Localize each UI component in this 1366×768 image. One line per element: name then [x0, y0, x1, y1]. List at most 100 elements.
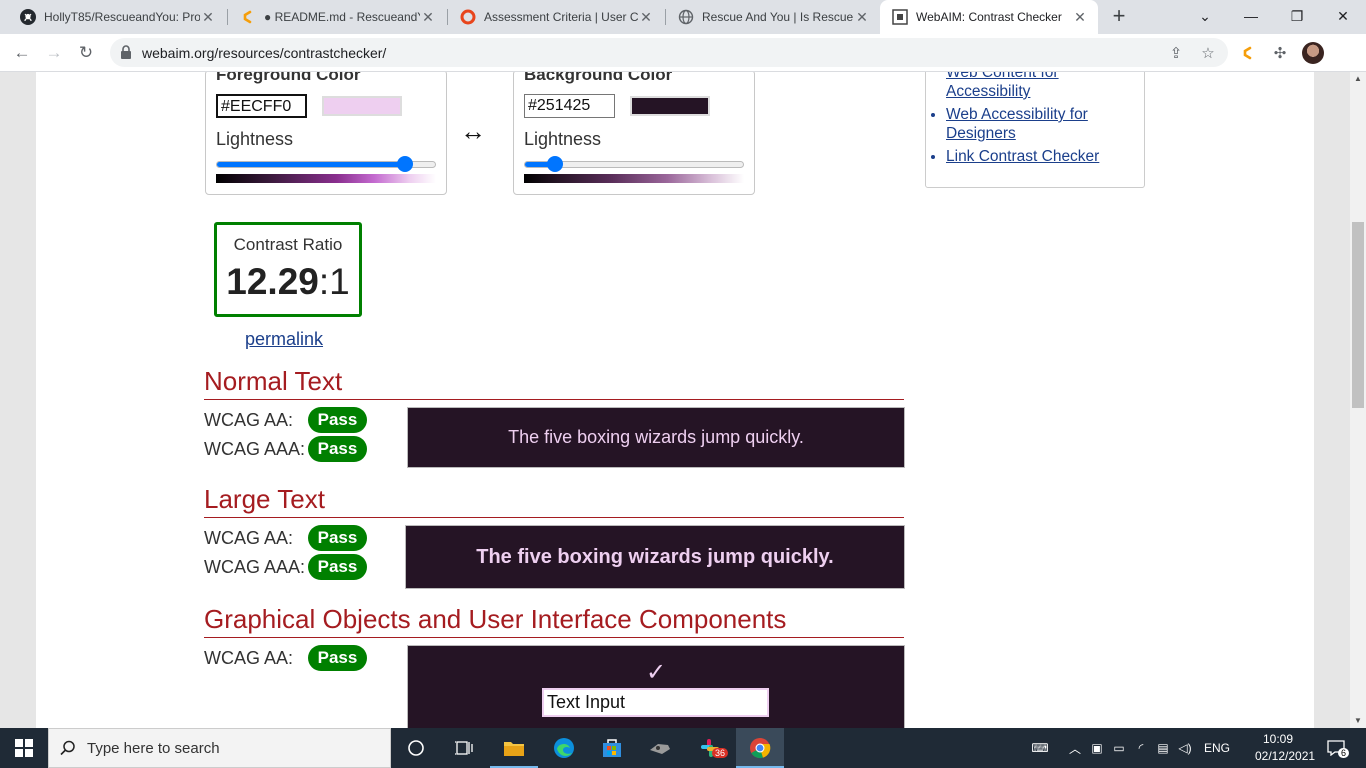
new-tab-button[interactable]: + [1108, 5, 1130, 27]
wifi-icon[interactable]: ◜ [1130, 741, 1152, 755]
address-bar[interactable]: webaim.org/resources/contrastchecker/ ⇪ … [110, 38, 1228, 67]
cortana-icon[interactable] [392, 728, 440, 768]
windows-taskbar: Type here to search 36 ⌨ ︿ ▣ ▭ ◜ ▤ ◁) EN… [0, 728, 1366, 768]
swap-colors-icon[interactable]: ↔ [460, 116, 486, 147]
tab-title: ● README.md - RescueandYo [264, 10, 420, 24]
forward-icon[interactable]: → [40, 39, 68, 67]
webaim-icon [892, 9, 908, 25]
windows-start-icon[interactable] [0, 728, 48, 768]
large-text-sample: The five boxing wizards jump quickly. [405, 525, 905, 589]
contrast-ratio-box: Contrast Ratio 12.29:1 [214, 222, 362, 317]
keyboard-icon[interactable]: ⌨ [1028, 741, 1052, 755]
window-close-button[interactable]: ✕ [1320, 0, 1366, 32]
scroll-up-icon[interactable]: ▲ [1350, 72, 1366, 86]
taskbar-search-input[interactable]: Type here to search [48, 728, 391, 768]
microsoft-store-icon[interactable] [588, 728, 636, 768]
extensions-puzzle-icon[interactable]: ✣ [1270, 43, 1290, 63]
foreground-heading: Foreground Color [216, 72, 361, 84]
network-icon[interactable]: ▤ [1152, 741, 1174, 755]
permalink-link[interactable]: permalink [245, 329, 323, 350]
github-icon [20, 9, 36, 25]
page-viewport: Foreground Color #EECFF0 Lightness ↔ Bac… [0, 72, 1350, 728]
resource-link[interactable]: Web Content for Accessibility [946, 72, 1059, 100]
foreground-color-picker[interactable] [322, 96, 402, 116]
back-icon[interactable]: ← [8, 39, 36, 67]
lock-icon[interactable] [120, 45, 134, 59]
resource-link[interactable]: Web Accessibility for Designers [946, 106, 1088, 142]
page-scrollbar[interactable]: ▲ ▼ [1350, 72, 1366, 728]
background-hex-input[interactable]: #251425 [524, 94, 615, 118]
close-icon[interactable]: ✕ [200, 9, 216, 25]
gitpod-icon [240, 9, 256, 25]
tab-assessment[interactable]: Assessment Criteria | User Ce ✕ [448, 0, 664, 34]
background-heading: Background Color [524, 72, 673, 84]
wcag-aaa-label: WCAG AAA: [204, 557, 306, 577]
lifebuoy-icon [460, 9, 476, 25]
background-slider-handle[interactable] [546, 156, 563, 172]
foreground-hex-input[interactable]: #EECFF0 [215, 93, 308, 119]
game-app-icon[interactable] [636, 728, 684, 768]
tab-webaim[interactable]: WebAIM: Contrast Checker ✕ [880, 0, 1098, 34]
background-lightness-gradient [524, 174, 744, 183]
tab-search-chevron-icon[interactable]: ⌄ [1182, 0, 1228, 32]
background-color-picker[interactable] [630, 96, 710, 116]
foreground-color-panel: Foreground Color #EECFF0 Lightness [205, 72, 447, 195]
scroll-down-icon[interactable]: ▼ [1350, 714, 1366, 728]
foreground-lightness-gradient [216, 174, 436, 183]
status-badge: Pass [308, 525, 367, 551]
foreground-lightness-label: Lightness [216, 129, 294, 149]
tab-readme[interactable]: ● README.md - RescueandYo ✕ [228, 0, 446, 34]
close-icon[interactable]: ✕ [420, 9, 436, 25]
slack-icon[interactable]: 36 [686, 728, 734, 768]
normal-text-heading: Normal Text [204, 366, 904, 400]
sample-text-input[interactable]: Text Input [542, 688, 769, 717]
task-view-icon[interactable] [440, 728, 488, 768]
resource-link[interactable]: Link Contrast Checker [946, 148, 1099, 165]
avatar[interactable] [1302, 42, 1324, 64]
graphical-objects-heading: Graphical Objects and User Interface Com… [204, 604, 904, 638]
file-explorer-icon[interactable] [490, 728, 538, 768]
wcag-aaa-label: WCAG AAA: [204, 439, 306, 459]
edge-browser-icon[interactable] [540, 728, 588, 768]
restore-button[interactable]: ❐ [1274, 0, 1320, 32]
tab-title: Rescue And You | Is Rescue R [702, 10, 854, 24]
resources-list: Web Content for Accessibility Web Access… [946, 72, 1141, 170]
notification-count: 6 [1338, 748, 1350, 758]
url-text[interactable]: webaim.org/resources/contrastchecker/ [142, 45, 386, 61]
page-content: Foreground Color #EECFF0 Lightness ↔ Bac… [36, 72, 1314, 728]
ratio-number: 12.29 [226, 261, 319, 302]
foreground-slider-handle[interactable] [397, 156, 414, 172]
list-item: Web Accessibility for Designers [946, 105, 1141, 143]
share-icon[interactable]: ⇪ [1166, 43, 1186, 63]
language-indicator[interactable]: ENG [1204, 741, 1230, 755]
meet-now-icon[interactable]: ▣ [1086, 741, 1108, 755]
globe-icon [678, 9, 694, 25]
chevron-up-icon[interactable]: ︿ [1064, 740, 1086, 757]
close-icon[interactable]: ✕ [854, 9, 870, 25]
search-icon [49, 740, 87, 756]
resources-sidebar: Web Content for Accessibility Web Access… [925, 72, 1145, 188]
background-lightness-label: Lightness [524, 129, 602, 149]
tab-github[interactable]: HollyT85/RescueandYou: Proj ✕ [8, 0, 226, 34]
minimize-button[interactable]: — [1228, 0, 1274, 32]
browser-toolbar: ← → ↻ webaim.org/resources/contrastcheck… [0, 34, 1366, 72]
wcag-aa-label: WCAG AA: [204, 528, 294, 548]
gitpod-extension-icon[interactable] [1238, 43, 1258, 63]
chrome-icon[interactable] [736, 728, 784, 768]
close-icon[interactable]: ✕ [638, 9, 654, 25]
tab-rescue[interactable]: Rescue And You | Is Rescue R ✕ [666, 0, 880, 34]
slack-badge: 36 [712, 748, 729, 758]
battery-icon[interactable]: ▭ [1108, 741, 1130, 755]
tab-title: HollyT85/RescueandYou: Proj [44, 10, 200, 24]
reload-icon[interactable]: ↻ [72, 39, 100, 67]
contrast-ratio-value: 12.29:1 [217, 261, 359, 303]
scrollbar-thumb[interactable] [1352, 222, 1364, 408]
list-item: Link Contrast Checker [946, 147, 1141, 166]
notifications-icon[interactable]: 6 [1316, 728, 1356, 768]
close-icon[interactable]: ✕ [1072, 9, 1088, 25]
bookmark-star-icon[interactable]: ☆ [1198, 43, 1218, 63]
system-tray: ⌨ ︿ ▣ ▭ ◜ ▤ ◁) ENG [1028, 728, 1230, 768]
volume-icon[interactable]: ◁) [1174, 741, 1196, 755]
contrast-ratio-caption: Contrast Ratio [233, 235, 343, 254]
clock[interactable]: 10:09 02/12/2021 [1255, 731, 1315, 765]
